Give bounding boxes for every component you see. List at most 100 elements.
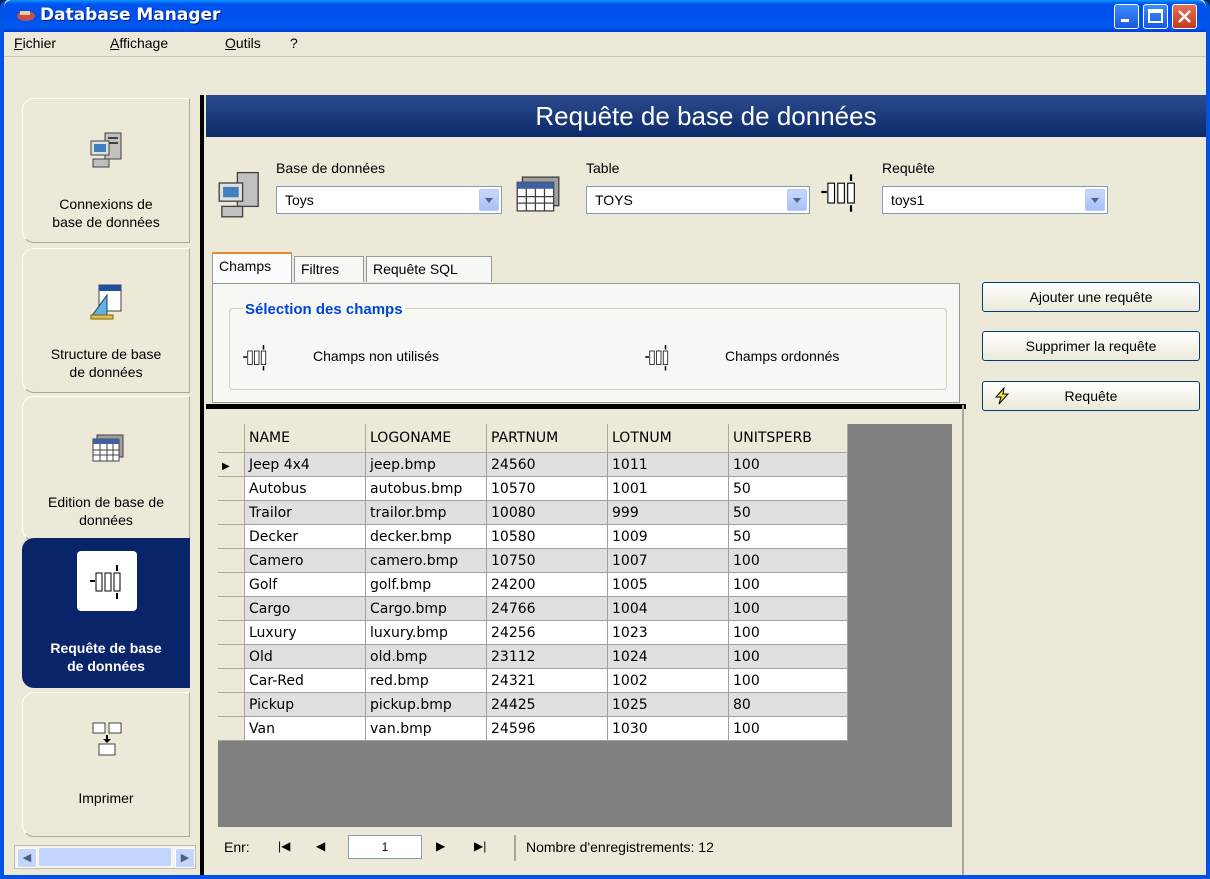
row-indicator[interactable] <box>218 596 245 621</box>
table-cell[interactable]: 1024 <box>607 644 729 669</box>
table-cell[interactable]: 1023 <box>607 620 729 645</box>
table-row[interactable]: Car-Red red.bmp 24321 1002 100 <box>218 668 848 693</box>
tab-requete-sql[interactable]: Requête SQL <box>366 256 492 282</box>
table-row[interactable]: Golf golf.bmp 24200 1005 100 <box>218 572 848 597</box>
table-cell[interactable]: 1025 <box>607 692 729 717</box>
table-cell[interactable]: 100 <box>728 452 848 477</box>
table-row[interactable]: ▶ Jeep 4x4 jeep.bmp 24560 1011 100 <box>218 452 848 477</box>
table-cell[interactable]: luxury.bmp <box>365 620 487 645</box>
table-cell[interactable]: jeep.bmp <box>365 452 487 477</box>
table-cell[interactable]: Autobus <box>244 476 366 501</box>
table-row[interactable]: Luxury luxury.bmp 24256 1023 100 <box>218 620 848 645</box>
table-cell[interactable]: 10080 <box>486 500 608 525</box>
table-cell[interactable]: 50 <box>728 500 848 525</box>
table-cell[interactable]: 1007 <box>607 548 729 573</box>
minimize-button[interactable] <box>1114 4 1139 29</box>
tab-filtres[interactable]: Filtres <box>294 256 364 282</box>
table-cell[interactable]: 1009 <box>607 524 729 549</box>
sidebar-scrollbar[interactable]: ◀ ▶ <box>14 845 196 869</box>
column-header[interactable]: NAME <box>244 424 366 453</box>
scroll-thumb[interactable] <box>39 848 171 866</box>
table-cell[interactable]: 100 <box>728 572 848 597</box>
row-indicator[interactable] <box>218 668 245 693</box>
table-row[interactable]: Decker decker.bmp 10580 1009 50 <box>218 524 848 549</box>
tab-champs[interactable]: Champs <box>212 252 292 284</box>
add-query-button[interactable]: Ajouter une requête <box>982 282 1200 312</box>
table-cell[interactable]: 1001 <box>607 476 729 501</box>
table-cell[interactable]: 50 <box>728 524 848 549</box>
table-cell[interactable]: Car-Red <box>244 668 366 693</box>
sidebar-item-edition[interactable]: Edition de base de données <box>22 396 190 541</box>
table-cell[interactable]: Van <box>244 716 366 741</box>
row-indicator[interactable] <box>218 716 245 741</box>
row-indicator[interactable] <box>218 572 245 597</box>
record-number-input[interactable]: 1 <box>348 835 422 859</box>
chevron-down-icon[interactable] <box>787 189 807 211</box>
previous-record-icon[interactable]: ◀ <box>316 839 325 853</box>
table-cell[interactable]: 100 <box>728 620 848 645</box>
maximize-button[interactable] <box>1143 4 1168 29</box>
table-cell[interactable]: red.bmp <box>365 668 487 693</box>
table-cell[interactable]: 100 <box>728 716 848 741</box>
column-header[interactable]: LOGONAME <box>365 424 487 453</box>
table-cell[interactable]: 24766 <box>486 596 608 621</box>
table-cell[interactable]: 999 <box>607 500 729 525</box>
sidebar-item-structure[interactable]: Structure de base de données <box>22 248 190 393</box>
table-cell[interactable]: 24200 <box>486 572 608 597</box>
table-row[interactable]: Old old.bmp 23112 1024 100 <box>218 644 848 669</box>
row-indicator[interactable] <box>218 620 245 645</box>
row-indicator[interactable] <box>218 476 245 501</box>
table-row[interactable]: Autobus autobus.bmp 10570 1001 50 <box>218 476 848 501</box>
row-indicator[interactable] <box>218 692 245 717</box>
row-indicator[interactable] <box>218 644 245 669</box>
table-row[interactable]: Trailor trailor.bmp 10080 999 50 <box>218 500 848 525</box>
table-cell[interactable]: 24256 <box>486 620 608 645</box>
table-cell[interactable]: 24596 <box>486 716 608 741</box>
scroll-right-icon[interactable]: ▶ <box>175 848 195 868</box>
column-header[interactable]: LOTNUM <box>607 424 729 453</box>
table-cell[interactable]: Golf <box>244 572 366 597</box>
table-row[interactable]: Camero camero.bmp 10750 1007 100 <box>218 548 848 573</box>
menu-affichage[interactable]: Affichage <box>110 35 168 51</box>
next-record-icon[interactable]: ▶ <box>436 839 445 853</box>
chevron-down-icon[interactable] <box>1085 189 1105 211</box>
horizontal-splitter[interactable] <box>206 404 966 409</box>
table-cell[interactable]: pickup.bmp <box>365 692 487 717</box>
delete-query-button[interactable]: Supprimer la requête <box>982 331 1200 361</box>
vertical-splitter[interactable] <box>200 95 204 875</box>
scroll-left-icon[interactable]: ◀ <box>17 848 37 868</box>
table-cell[interactable]: Camero <box>244 548 366 573</box>
table-cell[interactable]: 10580 <box>486 524 608 549</box>
close-button[interactable] <box>1172 4 1197 29</box>
sidebar-item-requete[interactable]: Requête de base de données <box>22 538 190 688</box>
row-indicator[interactable] <box>218 524 245 549</box>
column-header[interactable]: PARTNUM <box>486 424 608 453</box>
table-cell[interactable]: 1030 <box>607 716 729 741</box>
table-cell[interactable]: old.bmp <box>365 644 487 669</box>
table-cell[interactable]: Luxury <box>244 620 366 645</box>
table-row[interactable]: Cargo Cargo.bmp 24766 1004 100 <box>218 596 848 621</box>
table-select[interactable]: TOYS <box>586 186 810 214</box>
row-indicator[interactable] <box>218 500 245 525</box>
table-cell[interactable]: 100 <box>728 668 848 693</box>
column-header[interactable]: UNITSPERB <box>728 424 848 453</box>
sidebar-item-imprimer[interactable]: Imprimer <box>22 692 190 837</box>
table-cell[interactable]: Trailor <box>244 500 366 525</box>
table-cell[interactable]: 23112 <box>486 644 608 669</box>
table-cell[interactable]: camero.bmp <box>365 548 487 573</box>
table-cell[interactable]: 24425 <box>486 692 608 717</box>
table-cell[interactable]: 10750 <box>486 548 608 573</box>
table-cell[interactable]: golf.bmp <box>365 572 487 597</box>
table-cell[interactable]: 100 <box>728 548 848 573</box>
table-cell[interactable]: 100 <box>728 644 848 669</box>
table-cell[interactable]: 1005 <box>607 572 729 597</box>
menu-help[interactable]: ? <box>290 35 298 51</box>
first-record-icon[interactable]: |◀ <box>278 839 290 853</box>
last-record-icon[interactable]: ▶| <box>474 839 486 853</box>
table-cell[interactable]: 24321 <box>486 668 608 693</box>
row-indicator[interactable] <box>218 548 245 573</box>
table-cell[interactable]: Pickup <box>244 692 366 717</box>
sidebar-item-connexions[interactable]: Connexions de base de données <box>22 98 190 243</box>
table-cell[interactable]: 100 <box>728 596 848 621</box>
chevron-down-icon[interactable] <box>479 189 499 211</box>
